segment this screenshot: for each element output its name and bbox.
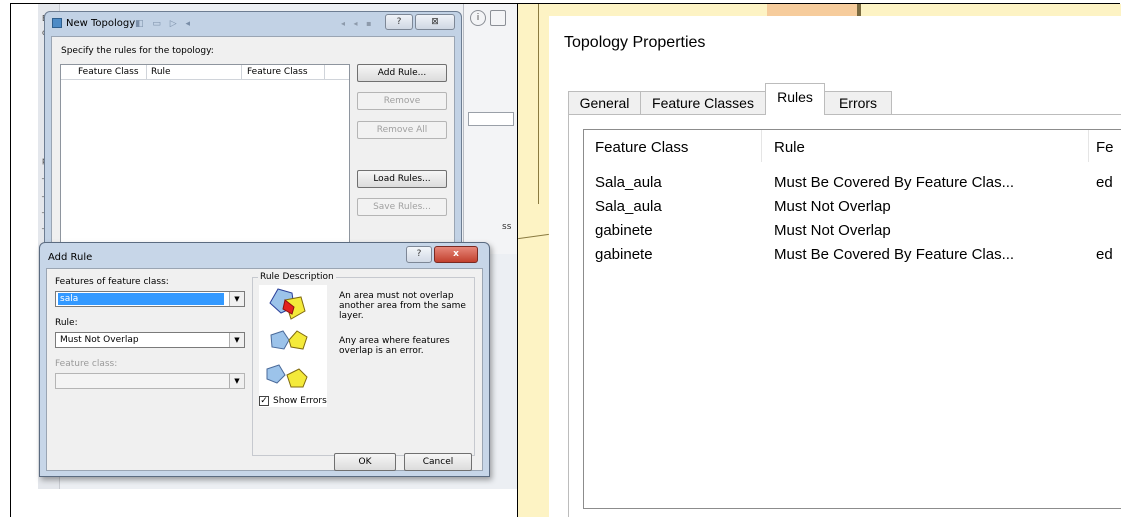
map-top-strip — [549, 4, 1121, 16]
row-feature-class-2: ed — [1096, 174, 1113, 191]
map-polygon — [767, 4, 857, 16]
table-row[interactable]: Sala_aula Must Be Covered By Feature Cla… — [584, 174, 1121, 198]
column-header-rule[interactable]: Rule — [151, 67, 171, 77]
map-line — [518, 233, 549, 240]
arcmap-right-area: i ss — [463, 4, 517, 254]
add-rule-dialog: Add Rule ? x Features of feature class: … — [39, 242, 490, 477]
topology-rules-list[interactable]: Feature Class Rule Feature Class — [60, 64, 350, 250]
tab-rules[interactable]: Rules — [765, 83, 825, 115]
description-text-2: Any area where features overlap is an er… — [339, 336, 450, 356]
remove-button[interactable]: Remove — [357, 92, 447, 110]
rule-value: Must Not Overlap — [60, 335, 139, 345]
panel-field — [468, 112, 514, 126]
toolbar-ghost-icons: ◧ ▭ ▷ ◂ — [135, 19, 194, 29]
add-rule-title: Add Rule — [48, 252, 93, 263]
help-button[interactable]: ? — [385, 14, 413, 30]
row-feature-class: gabinete — [595, 246, 653, 263]
row-rule: Must Be Covered By Feature Clas... — [774, 174, 1015, 191]
row-rule: Must Not Overlap — [774, 222, 891, 239]
info-icon[interactable]: i — [470, 10, 486, 26]
topology-instruction: Specify the rules for the topology: — [61, 46, 214, 56]
description-text-1: An area must not overlap another area fr… — [339, 291, 466, 321]
features-combobox[interactable]: sala ▼ — [55, 291, 245, 307]
add-rule-help-button[interactable]: ? — [406, 246, 432, 263]
new-topology-titlebar[interactable]: New Topology ◧ ▭ ▷ ◂ ◂ ◂ ▪ ? ⊠ — [45, 12, 461, 36]
rules-list-header: Feature Class Rule Feature Class — [61, 65, 349, 80]
rule-label: Rule: — [55, 318, 78, 328]
side-text: ss — [502, 222, 512, 232]
rule-combobox[interactable]: Must Not Overlap ▼ — [55, 332, 245, 348]
column-separator — [324, 65, 325, 80]
column-separator — [1088, 130, 1089, 162]
chevron-down-icon[interactable]: ▼ — [229, 333, 244, 347]
row-feature-class: gabinete — [595, 222, 653, 239]
rules-list-header: Feature Class Rule Fe — [584, 130, 1121, 164]
feature-class-combobox[interactable]: ▼ — [55, 373, 245, 389]
help-icon: ? — [396, 17, 402, 27]
help-icon: ? — [416, 249, 422, 259]
column-header-feature-class-2[interactable]: Fe — [1096, 139, 1114, 156]
column-header-feature-class[interactable]: Feature Class — [78, 67, 139, 77]
checkbox-box[interactable]: ✓ — [259, 396, 269, 406]
column-header-feature-class[interactable]: Feature Class — [595, 139, 688, 156]
add-rule-button[interactable]: Add Rule... — [357, 64, 447, 82]
close-icon: ⊠ — [431, 17, 439, 27]
add-rule-body: Features of feature class: sala ▼ Rule: … — [46, 268, 483, 471]
remove-all-button[interactable]: Remove All — [357, 121, 447, 139]
rule-illustration — [259, 285, 327, 407]
toolbar-icon[interactable] — [490, 10, 506, 26]
new-topology-window: New Topology ◧ ▭ ▷ ◂ ◂ ◂ ▪ ? ⊠ Specify t… — [44, 11, 462, 256]
topology-window-icon — [52, 18, 62, 28]
topology-properties-window: Topology Properties General Feature Clas… — [549, 16, 1121, 517]
chevron-down-icon[interactable]: ▼ — [229, 374, 244, 388]
feature-class-label: Feature class: — [55, 359, 118, 369]
close-icon: x — [453, 249, 459, 259]
column-header-feature-class-2[interactable]: Feature Class — [247, 67, 308, 77]
close-button[interactable]: ⊠ — [415, 14, 455, 30]
features-label: Features of feature class: — [55, 277, 169, 287]
rule-description-label: Rule Description — [258, 272, 336, 282]
new-topology-title: New Topology — [66, 18, 136, 29]
row-feature-class: Sala_aula — [595, 174, 662, 191]
tab-feature-classes[interactable]: Feature Classes — [640, 91, 766, 115]
right-panel: Topology Properties General Feature Clas… — [518, 4, 1121, 517]
row-rule: Must Not Overlap — [774, 198, 891, 215]
ok-button[interactable]: OK — [334, 453, 396, 471]
toolbar-ghost-icons-right: ◂ ◂ ▪ — [341, 19, 375, 28]
check-icon: ✓ — [260, 396, 268, 406]
rules-tab-content: Feature Class Rule Fe Sala_aula Must Be … — [568, 115, 1121, 517]
info-glyph: i — [476, 13, 480, 23]
table-row[interactable]: gabinete Must Not Overlap — [584, 222, 1121, 246]
tab-errors[interactable]: Errors — [824, 91, 892, 115]
table-row[interactable]: Sala_aula Must Not Overlap — [584, 198, 1121, 222]
rule-description-group: Rule Description An area must not overla… — [252, 272, 475, 456]
features-value: sala — [58, 293, 224, 305]
show-errors-label: Show Errors — [273, 396, 327, 406]
feature-class-value — [58, 375, 62, 387]
map-line — [857, 4, 861, 16]
column-separator — [761, 130, 762, 162]
row-feature-class-2: ed — [1096, 246, 1113, 263]
map-background — [518, 4, 549, 517]
rules-list[interactable]: Feature Class Rule Fe Sala_aula Must Be … — [583, 129, 1121, 509]
save-rules-button[interactable]: Save Rules... — [357, 198, 447, 216]
new-topology-body: Specify the rules for the topology: Feat… — [51, 36, 455, 250]
tab-bar: General Feature Classes Rules Errors — [568, 83, 1121, 115]
topology-properties-title: Topology Properties — [564, 34, 706, 51]
chevron-down-icon[interactable]: ▼ — [229, 292, 244, 306]
add-rule-close-button[interactable]: x — [434, 246, 478, 263]
table-row[interactable]: gabinete Must Be Covered By Feature Clas… — [584, 246, 1121, 270]
column-separator — [146, 65, 147, 80]
load-rules-button[interactable]: Load Rules... — [357, 170, 447, 188]
row-feature-class: Sala_aula — [595, 198, 662, 215]
map-line — [538, 4, 539, 204]
column-header-rule[interactable]: Rule — [774, 139, 805, 156]
cancel-button[interactable]: Cancel — [404, 453, 472, 471]
left-panel: B oi pe _v _v _v _v i ss New Topology ◧ … — [11, 4, 517, 517]
overlap-diagram-icon — [266, 288, 308, 388]
column-separator — [241, 65, 242, 80]
row-rule: Must Be Covered By Feature Clas... — [774, 246, 1015, 263]
tab-general[interactable]: General — [568, 91, 641, 115]
